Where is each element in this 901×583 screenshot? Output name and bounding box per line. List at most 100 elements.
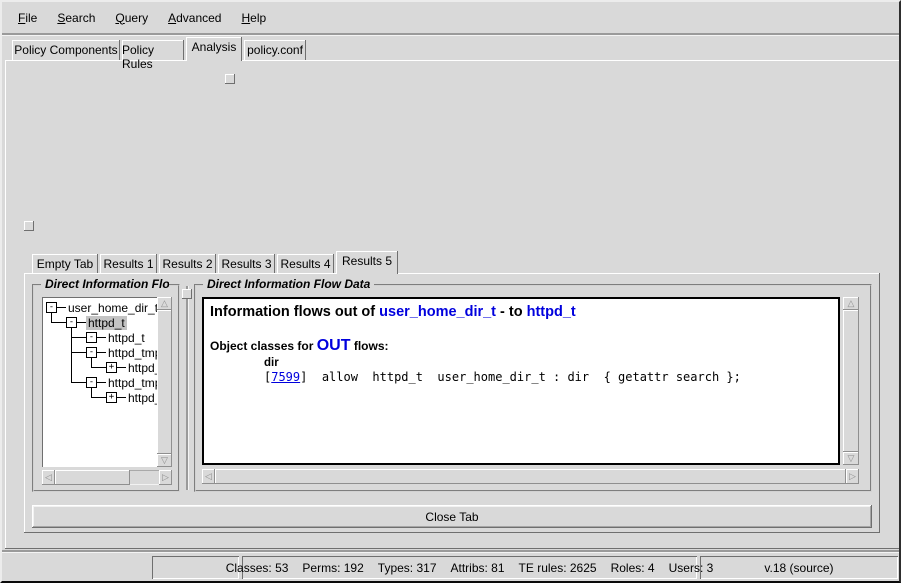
scroll-down-icon[interactable]: ▽ — [157, 454, 172, 467]
scroll-left-icon[interactable]: ◁ — [202, 469, 215, 484]
scroll-right-icon[interactable]: ▷ — [159, 470, 172, 485]
tree-expander-icon[interactable]: - — [86, 377, 97, 388]
tree-dash — [77, 322, 86, 323]
tree-expander-icon[interactable]: - — [46, 302, 57, 313]
scroll-up-icon[interactable]: △ — [843, 297, 859, 310]
heading-prefix: Information flows out of — [210, 304, 379, 320]
results-vertical-sash[interactable] — [186, 286, 188, 490]
flow-data-vscrollbar[interactable]: △ ▽ — [843, 297, 859, 465]
flow-data-text[interactable]: Information flows out of user_home_dir_t… — [202, 297, 840, 465]
flow-tree-hscroll-track[interactable] — [130, 470, 159, 485]
flow-tree[interactable]: -user_home_dir_t -httpd_t -httpd_t -http… — [42, 297, 157, 467]
tree-node-label-selected[interactable]: httpd_t — [86, 316, 127, 330]
tree-expander-icon[interactable]: - — [86, 332, 97, 343]
scroll-up-icon[interactable]: △ — [157, 297, 172, 310]
menu-bar: File Search Query Advanced Help — [2, 2, 899, 33]
tab-empty-tab[interactable]: Empty Tab — [32, 254, 98, 273]
tab-policy-conf-label: policy.conf — [247, 43, 303, 57]
tree-expander-icon[interactable]: - — [86, 347, 97, 358]
menu-help-hotkey: H — [241, 11, 250, 25]
flow-tree-vscrollbar[interactable]: △ ▽ — [157, 297, 172, 467]
tree-node-label[interactable]: httpd_tmp_t — [106, 346, 157, 360]
flow-data-hscrollbar[interactable]: ◁ ▷ — [202, 469, 859, 484]
subheading-suffix: flows: — [351, 339, 389, 353]
tab-results-5-label: Results 5 — [342, 254, 392, 268]
tree-expander-icon[interactable]: + — [106, 392, 117, 403]
stat-attribs: Attribs: 81 — [451, 561, 505, 575]
menu-query[interactable]: Query — [107, 9, 156, 27]
flow-data-subheading: Object classes for OUT flows: — [210, 337, 389, 355]
tab-analysis[interactable]: Analysis — [186, 37, 242, 61]
menu-help[interactable]: Help — [233, 9, 274, 27]
tree-row[interactable]: -httpd_t — [66, 315, 127, 330]
menu-advanced[interactable]: Advanced — [160, 9, 229, 27]
stat-perms: Perms: 192 — [302, 561, 363, 575]
tree-dash — [97, 337, 106, 338]
top-vertical-sash-handle[interactable] — [225, 74, 235, 84]
tab-policy-components-label: Policy Components — [14, 43, 117, 57]
tree-node-label[interactable]: httpd_t — [126, 391, 157, 405]
tab-policy-rules[interactable]: Policy Rules — [122, 40, 184, 60]
menu-query-label: uery — [125, 11, 148, 25]
tree-row[interactable]: + httpd_t — [106, 360, 157, 375]
menu-file[interactable]: File — [10, 9, 45, 27]
tab-results-2-label: Results 2 — [162, 257, 212, 271]
tree-node-label[interactable]: httpd_t — [126, 361, 157, 375]
tab-analysis-label: Analysis — [192, 40, 237, 54]
tab-results-1[interactable]: Results 1 — [100, 254, 157, 273]
tree-node-label[interactable]: httpd_tmpfs_t — [106, 376, 157, 390]
tree-expander-icon[interactable]: + — [106, 362, 117, 373]
tree-node-label[interactable]: user_home_dir_t — [66, 301, 157, 315]
tree-row[interactable]: -user_home_dir_t — [46, 300, 157, 315]
subheading-flow-direction: OUT — [317, 337, 351, 354]
heading-source-type: user_home_dir_t — [379, 304, 496, 320]
menu-search[interactable]: Search — [49, 9, 103, 27]
tab-policy-conf[interactable]: policy.conf — [244, 40, 306, 60]
version-label: v.18 (source) — [764, 561, 833, 575]
close-tab-button[interactable]: Close Tab — [32, 505, 872, 528]
scroll-left-icon[interactable]: ◁ — [42, 470, 55, 485]
tree-connector — [71, 352, 86, 353]
tree-dash — [117, 367, 126, 368]
rule-text: allow httpd_t user_home_dir_t : dir { ge… — [307, 370, 740, 384]
tree-node-label[interactable]: httpd_t — [106, 331, 147, 345]
flow-tree-hscrollbar[interactable]: ◁ ▷ — [42, 470, 172, 485]
rule-number-link[interactable]: 7599 — [271, 370, 300, 384]
menu-help-label: elp — [250, 11, 266, 25]
flow-data-heading: Information flows out of user_home_dir_t… — [210, 304, 576, 320]
tab-results-4[interactable]: Results 4 — [277, 254, 334, 273]
stat-te-rules: TE rules: 2625 — [519, 561, 597, 575]
tree-connector — [91, 367, 106, 368]
scroll-down-icon[interactable]: ▽ — [843, 452, 859, 465]
menu-advanced-hotkey: A — [168, 11, 176, 25]
tab-results-3-label: Results 3 — [221, 257, 271, 271]
tree-row[interactable]: -httpd_tmpfs_t — [86, 375, 157, 390]
tab-results-2[interactable]: Results 2 — [159, 254, 216, 273]
flow-tree-hscroll-thumb[interactable] — [55, 470, 130, 485]
tree-expander-icon[interactable]: - — [66, 317, 77, 328]
menu-search-label: earch — [65, 11, 95, 25]
scroll-right-icon[interactable]: ▷ — [846, 469, 859, 484]
tree-dash — [57, 307, 66, 308]
tree-connector — [51, 322, 66, 323]
menu-file-label: ile — [25, 11, 37, 25]
object-class-heading: dir — [264, 357, 279, 369]
statusbar-separator — [2, 550, 899, 552]
horizontal-sash-handle[interactable] — [24, 221, 34, 231]
tree-dash — [97, 352, 106, 353]
tab-results-3[interactable]: Results 3 — [218, 254, 275, 273]
flow-data-hscroll-thumb[interactable] — [215, 469, 846, 484]
flow-tree-title: Direct Information Flow Tree — [41, 277, 169, 291]
stat-classes: Classes: 53 — [226, 561, 289, 575]
tab-results-5[interactable]: Results 5 — [336, 251, 398, 274]
tree-row[interactable]: + httpd_t — [106, 390, 157, 405]
results-vertical-sash-handle[interactable] — [182, 289, 192, 299]
tree-connector — [71, 382, 86, 383]
tab-policy-components[interactable]: Policy Components — [12, 40, 120, 60]
flow-data-vscroll-thumb[interactable] — [843, 310, 859, 452]
apol-window: File Search Query Advanced Help Policy C… — [0, 0, 901, 583]
tree-row[interactable]: -httpd_tmp_t — [86, 345, 157, 360]
tree-row[interactable]: -httpd_t — [86, 330, 147, 345]
flow-tree-vscroll-thumb[interactable] — [157, 310, 172, 454]
menu-advanced-label: dvanced — [176, 11, 221, 25]
